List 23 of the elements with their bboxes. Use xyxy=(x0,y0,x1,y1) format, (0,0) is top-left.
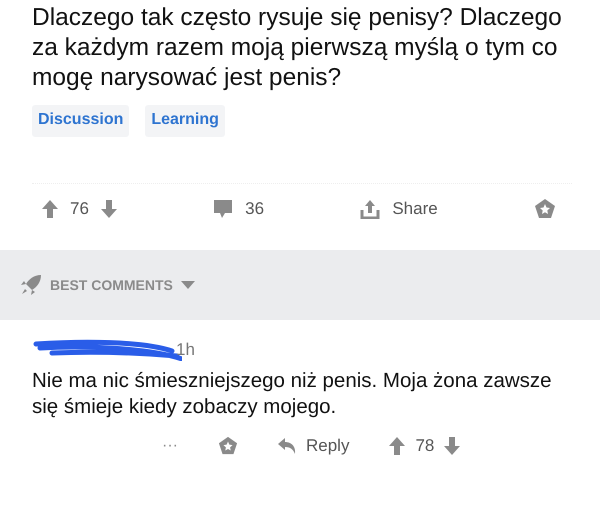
star-icon[interactable] xyxy=(534,198,556,220)
best-comments-label[interactable]: BEST COMMENTS xyxy=(50,277,173,293)
upvote-icon[interactable] xyxy=(42,200,58,218)
reply-icon[interactable] xyxy=(278,438,296,454)
comment-time: 1h xyxy=(176,340,195,360)
caret-icon[interactable] xyxy=(180,281,195,289)
tag-link[interactable]: Learning xyxy=(145,105,225,137)
post-title: Dlaczego tak często rysuje się penisy? Dlaczego za każdym razem moją pierwszą myślą o tym co mogę narysować jest penis? xyxy=(32,3,563,93)
vote-count: 78 xyxy=(415,436,434,456)
downvote-icon[interactable] xyxy=(444,437,460,455)
vote-count: 76 xyxy=(70,199,89,219)
comment-count: 36 xyxy=(245,199,264,219)
upvote-icon[interactable] xyxy=(389,437,406,455)
tag-link[interactable]: Discussion xyxy=(32,105,130,137)
share-label[interactable]: Share xyxy=(392,199,438,219)
downvote-icon[interactable] xyxy=(100,200,117,218)
share-icon[interactable] xyxy=(360,199,380,219)
star-icon[interactable] xyxy=(218,436,238,456)
rocket-icon xyxy=(20,274,42,296)
comment-text: Nie ma nic śmieszniejszego niż penis. Moja żona zawsze się śmieje kiedy zobaczy mojego. xyxy=(32,368,553,420)
more-button[interactable]: ··· xyxy=(162,437,178,455)
comment-icon[interactable] xyxy=(213,199,234,219)
reply-button[interactable]: Reply xyxy=(306,436,350,456)
